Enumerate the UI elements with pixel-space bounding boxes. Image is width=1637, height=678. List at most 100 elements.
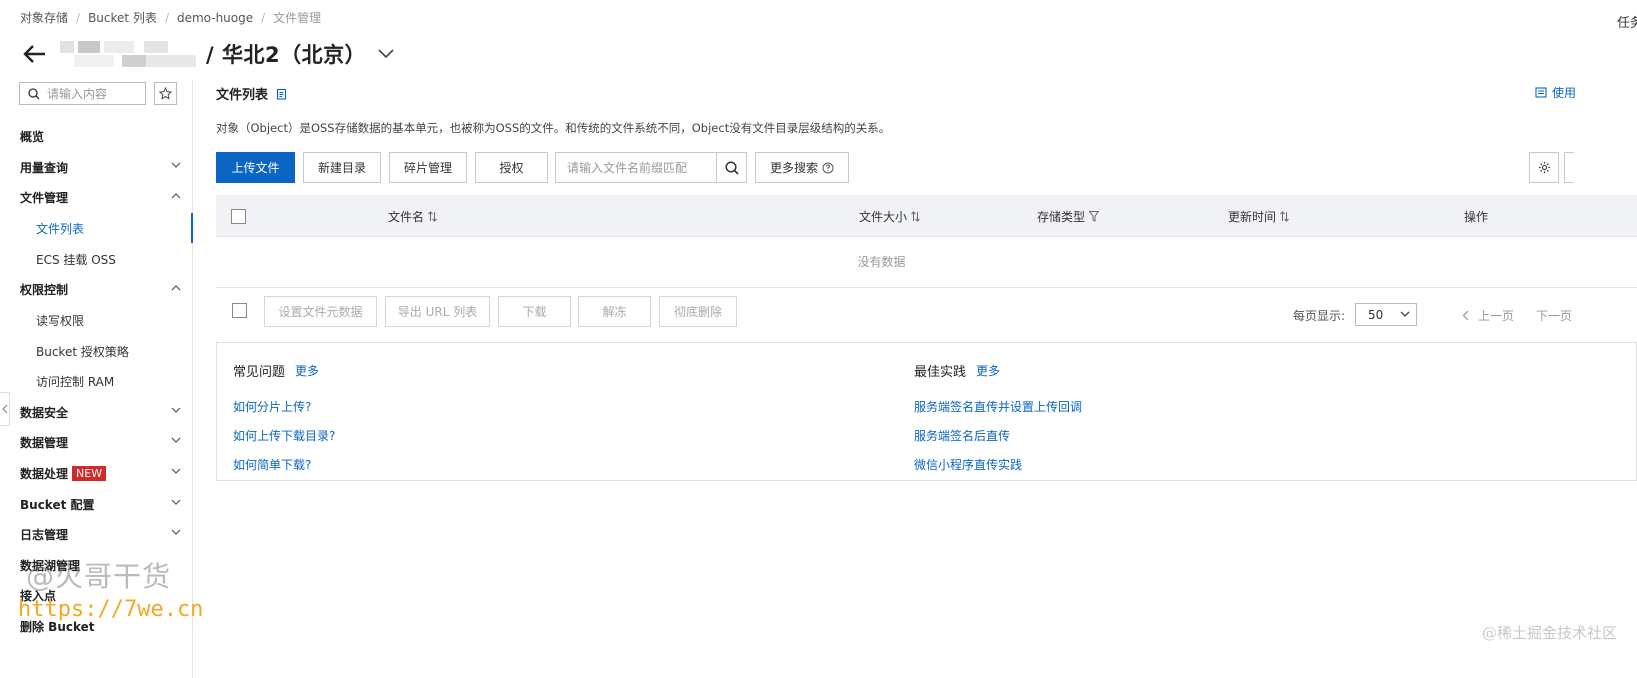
bulk-actions-bar: 设置文件元数据 导出 URL 列表 下载 解冻 彻底删除	[216, 296, 1637, 327]
usage-guide-link[interactable]: 使用	[1535, 84, 1637, 101]
file-table-header: 文件名 文件大小 存储类型 更新时间 操作	[216, 195, 1637, 237]
url-watermark: https://7we.cn	[18, 597, 204, 622]
best-practice-link[interactable]: 微信小程序直传实践	[914, 456, 1082, 473]
chevron-down-icon	[171, 437, 181, 443]
book-icon	[1535, 87, 1547, 98]
chevron-down-icon	[171, 468, 181, 474]
authorize-button[interactable]: 授权	[475, 152, 548, 183]
column-header-label: 文件大小	[859, 210, 908, 224]
column-actions: 操作	[1464, 208, 1488, 225]
sidebar-item-file-list[interactable]: 文件列表	[0, 213, 193, 243]
sidebar-item-overview[interactable]: 概览	[0, 121, 193, 151]
sidebar-search-input[interactable]	[47, 86, 137, 101]
section-title: 文件列表	[216, 84, 287, 103]
column-header-label: 存储类型	[1037, 210, 1086, 224]
chevron-down-icon	[171, 162, 181, 168]
redacted-bucket-name	[60, 39, 200, 69]
prev-page-button[interactable]: 上一页	[1462, 307, 1514, 324]
breadcrumb-separator: /	[76, 10, 81, 25]
permanent-delete-button[interactable]: 彻底删除	[659, 296, 737, 327]
faq-link[interactable]: 如何分片上传?	[233, 398, 335, 415]
sort-icon	[911, 211, 920, 222]
per-page-value: 50	[1368, 307, 1384, 322]
gear-icon	[1538, 161, 1550, 174]
faq-more-link[interactable]: 更多	[295, 362, 319, 379]
file-search	[555, 152, 747, 183]
breadcrumb-item-current: 文件管理	[273, 11, 322, 25]
sidebar-item-log-management[interactable]: 日志管理	[0, 519, 193, 549]
sort-icon	[428, 211, 437, 222]
author-watermark: @火哥干货	[26, 560, 172, 593]
sidebar-item-label: Bucket 配置	[20, 497, 95, 512]
sidebar-item-ram[interactable]: 访问控制 RAM	[0, 366, 193, 396]
search-button[interactable]	[716, 153, 746, 182]
page-header: / 华北2（北京）	[20, 38, 398, 70]
breadcrumb-item-bucket[interactable]: demo-huoge	[177, 11, 253, 25]
sidebar-item-permission[interactable]: 权限控制	[0, 274, 193, 304]
per-page-select[interactable]: 50	[1355, 303, 1417, 326]
new-badge: NEW	[72, 465, 107, 481]
column-header-label: 操作	[1464, 210, 1489, 224]
restore-button[interactable]: 解冻	[578, 296, 651, 327]
favorite-star-icon[interactable]	[154, 82, 177, 105]
column-storage-type[interactable]: 存储类型	[1037, 208, 1100, 225]
back-arrow-icon[interactable]	[20, 40, 50, 68]
settings-button[interactable]	[1529, 152, 1559, 183]
more-search-button[interactable]: 更多搜索	[755, 152, 849, 183]
per-page-label: 每页显示:	[1293, 309, 1346, 323]
sidebar-item-label: 文件管理	[20, 190, 69, 205]
chevron-up-icon	[171, 285, 181, 291]
sidebar-item-label: 读写权限	[36, 313, 85, 328]
task-link[interactable]: 任务	[1617, 12, 1637, 31]
sidebar-item-label: 文件列表	[36, 221, 85, 236]
empty-table-message: 没有数据	[216, 237, 1637, 288]
search-icon	[28, 87, 40, 99]
sidebar-item-label: 访问控制 RAM	[36, 374, 115, 389]
faq-link[interactable]: 如何上传下载目录?	[233, 427, 335, 444]
document-icon[interactable]	[276, 88, 287, 100]
sidebar-item-rw-permission[interactable]: 读写权限	[0, 305, 193, 335]
faq-link[interactable]: 如何简单下载?	[233, 456, 335, 473]
file-prefix-search-input[interactable]	[556, 153, 716, 182]
export-url-button[interactable]: 导出 URL 列表	[385, 296, 490, 327]
chevron-down-icon	[171, 529, 181, 535]
select-all-checkbox[interactable]	[231, 209, 246, 224]
view-toggle-button[interactable]	[1564, 152, 1574, 183]
best-practice-more-link[interactable]: 更多	[976, 362, 1000, 379]
sidebar-item-bucket-policy[interactable]: Bucket 授权策略	[0, 336, 193, 366]
new-directory-button[interactable]: 新建目录	[303, 152, 381, 183]
chevron-down-icon[interactable]	[378, 44, 398, 64]
sidebar-item-label: 日志管理	[20, 527, 69, 542]
breadcrumb-separator: /	[261, 10, 266, 25]
page-title: / 华北2（北京）	[206, 43, 367, 67]
column-update-time[interactable]: 更新时间	[1228, 208, 1289, 225]
best-practice-link[interactable]: 服务端签名直传并设置上传回调	[914, 398, 1082, 415]
best-practice-link[interactable]: 服务端签名后直传	[914, 427, 1082, 444]
sidebar-collapse-handle[interactable]	[0, 392, 10, 426]
chevron-down-icon	[1400, 311, 1410, 317]
next-page-button[interactable]: 下一页	[1536, 307, 1572, 324]
sidebar-item-data-management[interactable]: 数据管理	[0, 427, 193, 457]
breadcrumb: 对象存储 / Bucket 列表 / demo-huoge / 文件管理	[20, 9, 321, 26]
filter-icon	[1089, 211, 1100, 222]
sidebar-item-data-security[interactable]: 数据安全	[0, 397, 193, 427]
search-icon	[724, 160, 739, 175]
site-watermark: @稀土掘金技术社区	[1481, 624, 1617, 642]
sidebar-item-label: 用量查询	[20, 160, 69, 175]
download-button[interactable]: 下载	[498, 296, 571, 327]
column-filename[interactable]: 文件名	[388, 208, 437, 225]
sidebar-item-label: 数据处理	[20, 466, 69, 481]
breadcrumb-item-oss[interactable]: 对象存储	[20, 9, 68, 26]
sidebar-item-bucket-config[interactable]: Bucket 配置	[0, 489, 193, 519]
set-metadata-button[interactable]: 设置文件元数据	[264, 296, 377, 327]
sidebar-item-file-management[interactable]: 文件管理	[0, 182, 193, 212]
column-filesize[interactable]: 文件大小	[859, 208, 920, 225]
sidebar-item-data-processing[interactable]: 数据处理 NEW	[0, 458, 193, 488]
sidebar-item-ecs-mount[interactable]: ECS 挂载 OSS	[0, 244, 193, 274]
sidebar-item-usage[interactable]: 用量查询	[0, 152, 193, 182]
fragment-management-button[interactable]: 碎片管理	[389, 152, 467, 183]
bulk-select-checkbox[interactable]	[232, 303, 247, 318]
upload-file-button[interactable]: 上传文件	[216, 152, 295, 183]
breadcrumb-item-bucket-list[interactable]: Bucket 列表	[88, 9, 157, 26]
best-practice-section: 最佳实践 更多 服务端签名直传并设置上传回调 服务端签名后直传 微信小程序直传实…	[914, 361, 1082, 473]
